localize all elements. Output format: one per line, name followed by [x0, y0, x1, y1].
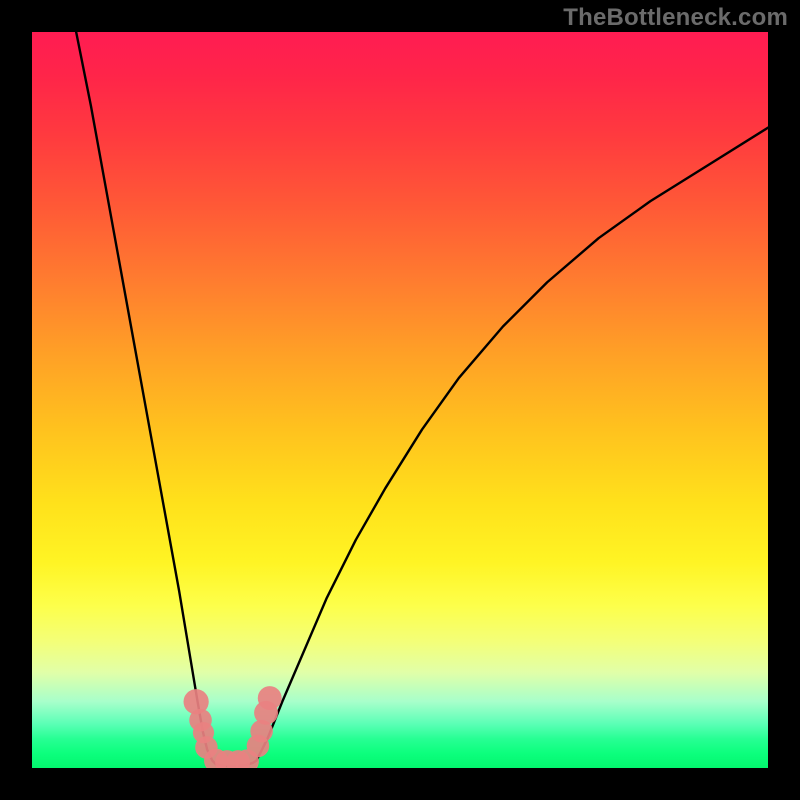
data-point: [258, 686, 282, 710]
bottleneck-curve: [76, 32, 768, 766]
curve-layer: [32, 32, 768, 768]
bottleneck-path: [76, 32, 768, 766]
watermark-text: TheBottleneck.com: [563, 4, 788, 32]
data-markers: [184, 686, 282, 768]
chart-frame: TheBottleneck.com: [0, 0, 800, 800]
plot-area: [32, 32, 768, 768]
